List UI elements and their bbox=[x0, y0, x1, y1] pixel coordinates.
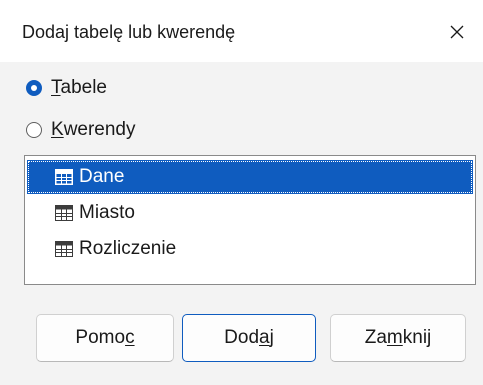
mnemonic-letter: a bbox=[259, 327, 270, 348]
radio-button-unchecked[interactable] bbox=[26, 122, 42, 138]
mnemonic-letter: m bbox=[386, 327, 403, 348]
list-item-label: Dane bbox=[79, 166, 125, 187]
tables-listbox[interactable]: Dane Miasto Rozliczenie bbox=[24, 155, 476, 285]
radio-tables-label: Tabele bbox=[51, 77, 107, 99]
mnemonic-letter: T bbox=[51, 77, 61, 98]
label-part: Za bbox=[364, 327, 387, 348]
close-dialog-button[interactable]: Zamknij bbox=[330, 314, 466, 362]
label-part: j bbox=[269, 327, 274, 348]
label-rest: werendy bbox=[63, 119, 136, 140]
list-item-miasto[interactable]: Miasto bbox=[27, 196, 473, 230]
label-rest: abele bbox=[60, 77, 108, 98]
mnemonic-letter: c bbox=[125, 327, 135, 348]
close-button[interactable] bbox=[437, 14, 477, 50]
title-bar: Dodaj tabelę lub kwerendę bbox=[0, 0, 483, 62]
table-icon bbox=[55, 169, 73, 185]
list-item-label: Miasto bbox=[79, 202, 135, 223]
list-item-label: Rozliczenie bbox=[79, 238, 177, 259]
radio-button-checked[interactable] bbox=[26, 80, 42, 96]
add-button-label: Dodaj bbox=[224, 327, 274, 349]
add-table-or-query-dialog: Dodaj tabelę lub kwerendę Tabele Kwerend… bbox=[0, 0, 483, 385]
label-part: Pomo bbox=[75, 327, 126, 348]
list-item-dane[interactable]: Dane bbox=[27, 160, 473, 194]
help-button[interactable]: Pomoc bbox=[36, 314, 174, 362]
radio-queries-label: Kwerendy bbox=[51, 119, 136, 141]
table-icon bbox=[55, 241, 73, 257]
label-part: Dod bbox=[224, 327, 260, 348]
radio-tables[interactable]: Tabele bbox=[26, 76, 107, 100]
close-button-label: Zamknij bbox=[365, 327, 432, 349]
close-icon bbox=[450, 25, 464, 39]
table-icon bbox=[55, 205, 73, 221]
mnemonic-letter: K bbox=[51, 119, 64, 140]
label-part: knij bbox=[402, 327, 432, 348]
list-item-rozliczenie[interactable]: Rozliczenie bbox=[27, 232, 473, 266]
add-button[interactable]: Dodaj bbox=[182, 314, 316, 362]
dialog-title: Dodaj tabelę lub kwerendę bbox=[22, 22, 236, 42]
help-button-label: Pomoc bbox=[75, 327, 134, 349]
radio-queries[interactable]: Kwerendy bbox=[26, 118, 136, 142]
